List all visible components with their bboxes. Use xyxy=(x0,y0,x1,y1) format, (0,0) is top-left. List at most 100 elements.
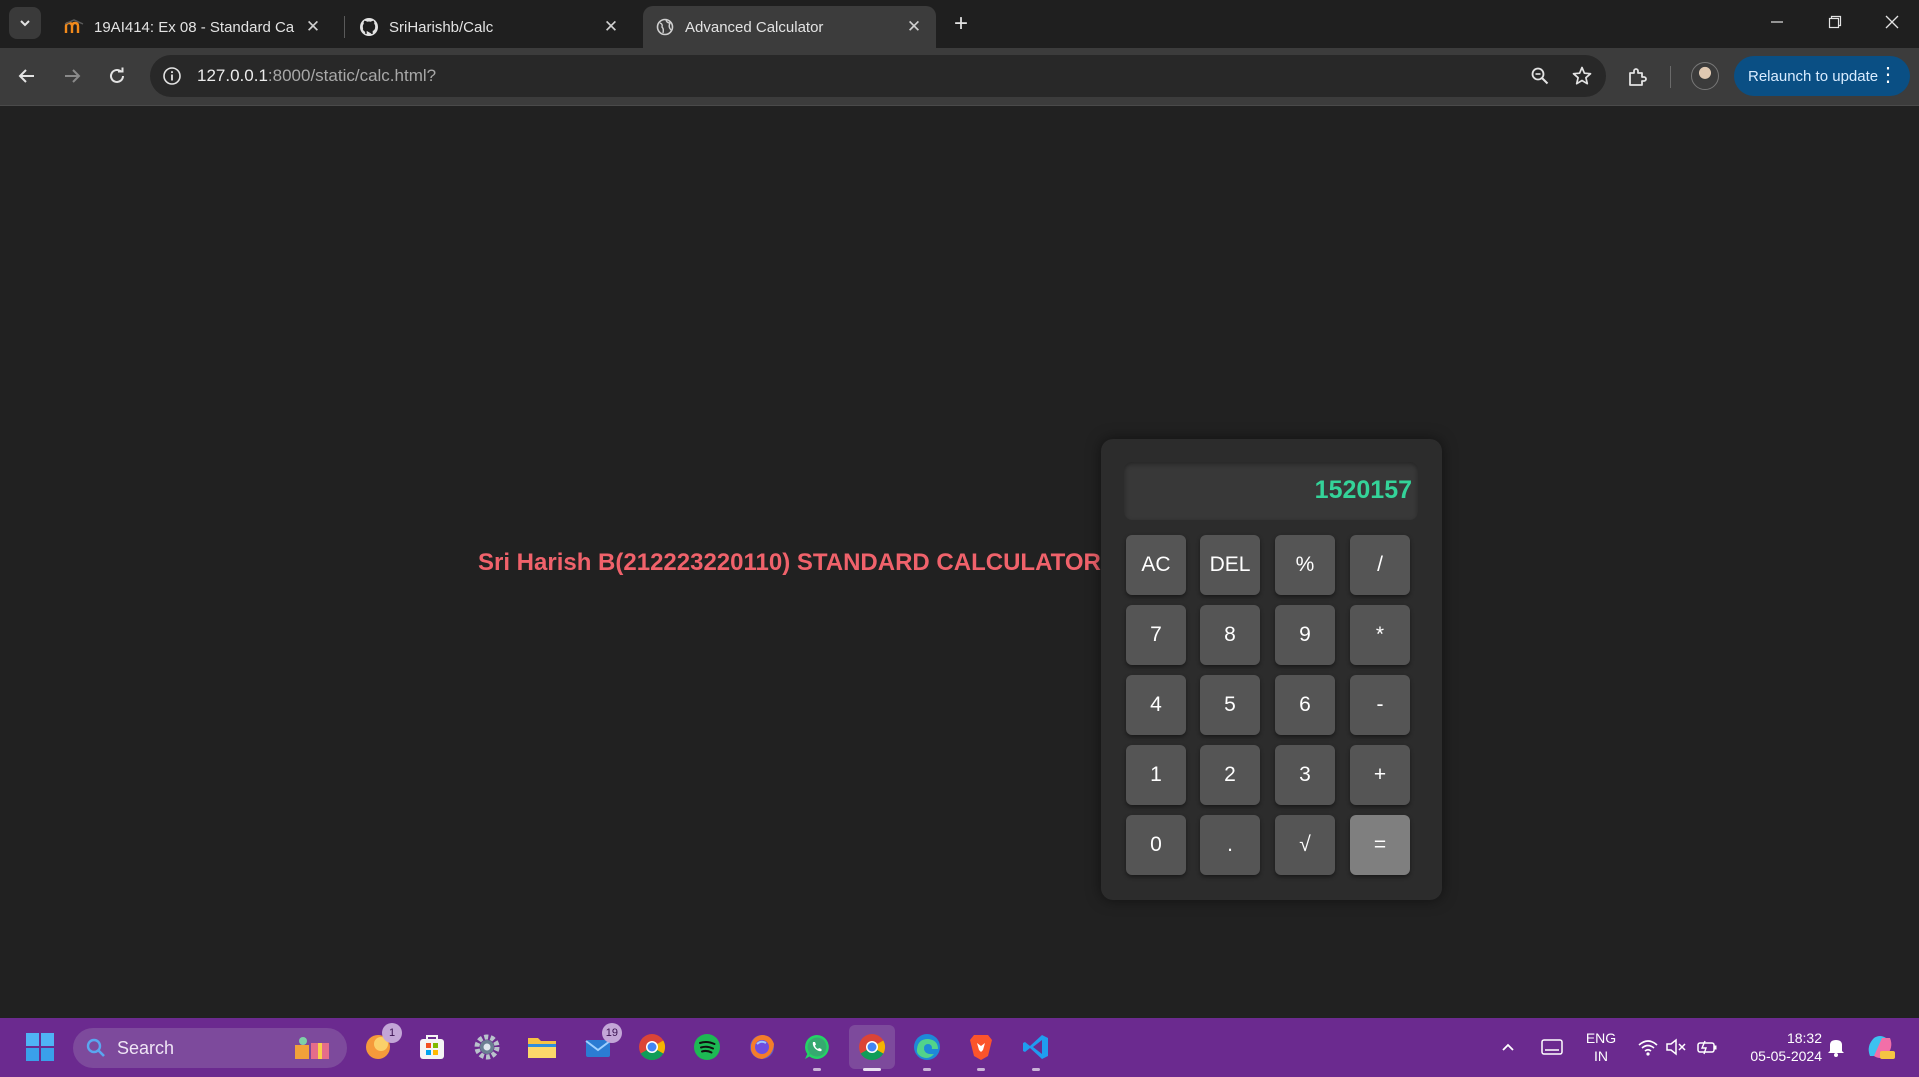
extensions-icon[interactable] xyxy=(1620,60,1654,94)
running-indicator xyxy=(1032,1068,1040,1071)
close-icon xyxy=(1885,15,1899,29)
tab-github[interactable]: SriHarishb/Calc ✕ xyxy=(347,6,633,48)
forward-button[interactable] xyxy=(55,59,89,93)
relaunch-button[interactable]: Relaunch to update ⋮ xyxy=(1734,56,1910,96)
key-5[interactable]: 5 xyxy=(1200,675,1260,735)
arrow-left-icon xyxy=(18,69,34,83)
active-indicator xyxy=(863,1068,881,1071)
key-1[interactable]: 1 xyxy=(1126,745,1186,805)
start-icon[interactable] xyxy=(22,1029,58,1065)
github-icon xyxy=(359,17,379,37)
tab-moodle[interactable]: 19AI414: Ex 08 - Standard Calcu ✕ xyxy=(52,6,335,48)
key-multiply[interactable]: * xyxy=(1350,605,1410,665)
time-text: 18:32 xyxy=(1786,1030,1822,1046)
key-0[interactable]: 0 xyxy=(1126,815,1186,875)
moodle-icon xyxy=(64,17,84,37)
tab-title: 19AI414: Ex 08 - Standard Calcu xyxy=(94,18,295,36)
key-8[interactable]: 8 xyxy=(1200,605,1260,665)
notification-badge: 19 xyxy=(601,1023,622,1043)
window-close-button[interactable] xyxy=(1863,0,1919,44)
chrome-icon[interactable] xyxy=(634,1029,670,1065)
gift-icon xyxy=(293,1035,333,1061)
relaunch-label: Relaunch to update xyxy=(1748,67,1879,85)
url-path: :8000/static/calc.html? xyxy=(267,66,437,85)
store-icon[interactable] xyxy=(414,1029,450,1065)
firefox-icon[interactable] xyxy=(744,1029,780,1065)
url-host: 127.0.0.1 xyxy=(197,66,268,85)
key-9[interactable]: 9 xyxy=(1275,605,1335,665)
whatsapp-icon[interactable] xyxy=(799,1029,835,1071)
tab-separator xyxy=(344,16,345,38)
key-divide[interactable]: / xyxy=(1350,535,1410,595)
brave-icon[interactable] xyxy=(963,1029,999,1071)
profile-avatar[interactable] xyxy=(1691,62,1719,90)
key-percent[interactable]: % xyxy=(1275,535,1335,595)
close-icon[interactable]: ✕ xyxy=(904,17,924,37)
volume-muted-icon[interactable] xyxy=(1662,1029,1690,1065)
close-icon[interactable]: ✕ xyxy=(601,17,621,37)
search-icon xyxy=(86,1038,105,1057)
tab-title: SriHarishb/Calc xyxy=(389,18,494,36)
key-3[interactable]: 3 xyxy=(1275,745,1335,805)
zoom-icon[interactable] xyxy=(1528,64,1552,88)
key-ac[interactable]: AC xyxy=(1126,535,1186,595)
browser-toolbar: 127.0.0.1:8000/static/calc.html? Relaunc… xyxy=(0,48,1919,106)
running-indicator xyxy=(977,1068,985,1071)
region-text: IN xyxy=(1594,1048,1608,1064)
restore-icon xyxy=(1828,15,1842,29)
windows-taskbar: Search 1 19 ENG IN 18:32 05-05-2024 xyxy=(0,1018,1919,1077)
wifi-icon[interactable] xyxy=(1634,1029,1662,1065)
copilot-icon[interactable]: 1 xyxy=(360,1023,402,1065)
key-6[interactable]: 6 xyxy=(1275,675,1335,735)
keyboard-icon[interactable] xyxy=(1536,1029,1568,1065)
vscode-icon[interactable] xyxy=(1018,1029,1054,1071)
calculator: 1520157 AC DEL % / 7 8 9 * 4 5 6 - 1 2 3… xyxy=(1101,439,1442,900)
page-heading: Sri Harish B(212223220110) STANDARD CALC… xyxy=(478,549,1101,576)
key-add[interactable]: + xyxy=(1350,745,1410,805)
restore-button[interactable] xyxy=(1806,0,1864,44)
arrow-right-icon xyxy=(65,69,81,83)
site-info-icon[interactable] xyxy=(160,64,184,88)
running-indicator xyxy=(923,1068,931,1071)
key-subtract[interactable]: - xyxy=(1350,675,1410,735)
language-text: ENG xyxy=(1585,1030,1617,1046)
clock[interactable]: 18:32 05-05-2024 xyxy=(1742,1029,1822,1065)
edge-icon[interactable] xyxy=(909,1029,945,1071)
settings-icon[interactable] xyxy=(469,1029,505,1065)
tab-search-button[interactable] xyxy=(9,7,41,39)
page-content: Sri Harish B(212223220110) STANDARD CALC… xyxy=(0,107,1919,1018)
key-decimal[interactable]: . xyxy=(1200,815,1260,875)
tab-advanced-calculator[interactable]: Advanced Calculator ✕ xyxy=(643,6,936,48)
copilot-pre-icon[interactable] xyxy=(1862,1029,1898,1065)
reload-button[interactable] xyxy=(100,59,134,93)
more-vert-icon[interactable]: ⋮ xyxy=(1878,64,1898,86)
url-text[interactable]: 127.0.0.1:8000/static/calc.html? xyxy=(197,66,436,86)
key-7[interactable]: 7 xyxy=(1126,605,1186,665)
close-icon[interactable]: ✕ xyxy=(303,17,323,37)
spotify-icon[interactable] xyxy=(689,1029,725,1065)
chevron-up-icon[interactable] xyxy=(1494,1029,1522,1065)
language-indicator[interactable]: ENG IN xyxy=(1583,1029,1619,1065)
key-equals[interactable]: = xyxy=(1350,815,1410,875)
mail-icon[interactable]: 19 xyxy=(580,1023,622,1065)
bell-icon[interactable] xyxy=(1822,1029,1850,1065)
calculator-display: 1520157 xyxy=(1124,462,1418,520)
minimize-button[interactable] xyxy=(1748,0,1806,44)
battery-icon[interactable] xyxy=(1693,1029,1721,1065)
taskbar-search-box[interactable]: Search xyxy=(73,1028,347,1068)
key-2[interactable]: 2 xyxy=(1200,745,1260,805)
chevron-down-icon xyxy=(20,20,30,27)
tab-title: Advanced Calculator xyxy=(685,18,824,36)
key-del[interactable]: DEL xyxy=(1200,535,1260,595)
key-sqrt[interactable]: √ xyxy=(1275,815,1335,875)
running-indicator xyxy=(813,1068,821,1071)
toolbar-separator xyxy=(1670,66,1671,88)
globe-icon xyxy=(655,17,675,37)
bookmark-star-icon[interactable] xyxy=(1570,64,1594,88)
file-explorer-icon[interactable] xyxy=(524,1029,560,1065)
new-tab-button[interactable]: + xyxy=(946,9,976,39)
back-button[interactable] xyxy=(10,59,44,93)
chrome-active-icon[interactable] xyxy=(849,1025,895,1071)
key-4[interactable]: 4 xyxy=(1126,675,1186,735)
address-bar[interactable]: 127.0.0.1:8000/static/calc.html? xyxy=(150,55,1606,97)
